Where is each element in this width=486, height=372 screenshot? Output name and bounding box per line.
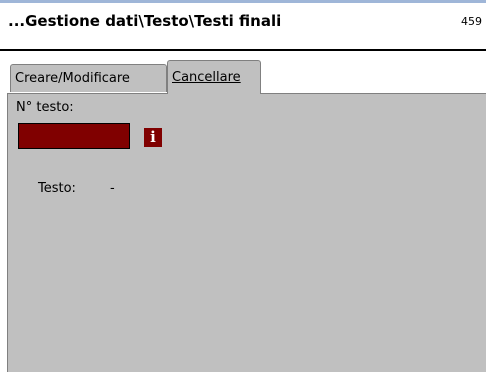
tab-cancellare[interactable]: Cancellare <box>167 60 261 94</box>
tab-panel: Creare/Modificare Cancellare N° testo: i… <box>7 51 486 372</box>
info-icon[interactable]: i <box>144 128 162 147</box>
tab-label: Cancellare <box>172 70 241 85</box>
page-header: ...Gestione dati\Testo\Testi finali 459 <box>0 3 486 51</box>
tab-strip: Creare/Modificare Cancellare <box>7 51 486 94</box>
text-number-field[interactable] <box>18 123 130 149</box>
page-title: ...Gestione dati\Testo\Testi finali <box>8 12 282 30</box>
tab-content: N° testo: i Testo: - <box>7 93 486 372</box>
text-number-label: N° testo: <box>16 100 74 115</box>
app-window: ...Gestione dati\Testo\Testi finali 459 … <box>0 0 486 372</box>
screen-code: 459 <box>461 15 482 28</box>
text-label: Testo: <box>38 181 76 196</box>
text-value: - <box>110 181 115 196</box>
tab-creare-modificare[interactable]: Creare/Modificare <box>10 64 167 92</box>
tab-label: Creare/Modificare <box>15 71 130 86</box>
